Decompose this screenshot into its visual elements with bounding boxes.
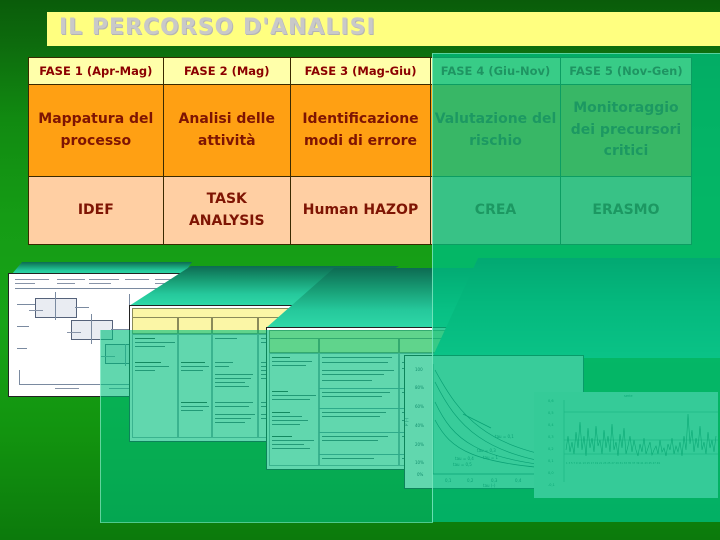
svg-text:80%: 80%: [415, 385, 424, 390]
header-fase-5: FASE 5 (Nov-Gen): [559, 57, 693, 85]
svg-text:tau = 0,3: tau = 0,3: [477, 448, 496, 453]
method-fase-1: IDEF: [28, 176, 164, 245]
method-fase-4: CREA: [430, 176, 561, 245]
thumbnail-erasmo-timeseries-chart: 0,6 0,5 0,4 0,3 0,2 0,1 0,0 -0,1 serie 1…: [534, 392, 720, 500]
svg-text:40%: 40%: [415, 423, 424, 428]
activity-fase-3: Identificazione modi di errore: [289, 84, 432, 177]
header-fase-3: FASE 3 (Mag-Giu): [289, 57, 432, 85]
svg-text:0,3: 0,3: [548, 435, 554, 439]
activity-fase-4: Valutazione del rischio: [430, 84, 561, 177]
header-fase-4: FASE 4 (Giu-Nov): [430, 57, 561, 85]
svg-text:P (-): P (-): [405, 417, 409, 426]
thumbnail-3d-top: [266, 268, 546, 328]
svg-text:0,6: 0,6: [548, 399, 554, 403]
svg-text:tau = 1: tau = 1: [483, 455, 498, 460]
thumbnail-page: 0,6 0,5 0,4 0,3 0,2 0,1 0,0 -0,1 serie 1…: [534, 392, 718, 498]
svg-text:tau = 0,5: tau = 0,5: [453, 462, 472, 467]
title-banner: IL PERCORSO D'ANALISI: [47, 12, 720, 46]
header-fase-2: FASE 2 (Mag): [162, 57, 291, 85]
activity-fase-1: Mappatura del processo: [28, 84, 164, 177]
svg-text:0,0: 0,0: [548, 471, 554, 475]
svg-text:1 3 5 7 9 11 13 15 17 19 21 23: 1 3 5 7 9 11 13 15 17 19 21 23 25 27 29 …: [566, 461, 660, 465]
table-header-row: FASE 1 (Apr-Mag) FASE 2 (Mag) FASE 3 (Ma…: [28, 57, 693, 85]
svg-text:100: 100: [415, 367, 423, 372]
svg-text:tau (-): tau (-): [483, 483, 496, 488]
svg-text:0%: 0%: [417, 472, 424, 477]
svg-text:0,1: 0,1: [445, 478, 452, 483]
method-fase-5: ERASMO: [559, 176, 693, 245]
svg-text:0,5: 0,5: [548, 411, 554, 415]
svg-text:0,2: 0,2: [548, 447, 554, 451]
svg-text:0,1: 0,1: [548, 459, 554, 463]
svg-text:20%: 20%: [415, 442, 424, 447]
svg-text:0,4: 0,4: [548, 423, 554, 427]
table-method-row: IDEF TASK ANALYSIS Human HAZOP CREA ERAS…: [28, 176, 693, 245]
header-fase-1: FASE 1 (Apr-Mag): [28, 57, 164, 85]
method-fase-3: Human HAZOP: [289, 176, 432, 245]
svg-text:60%: 60%: [415, 404, 424, 409]
phase-table: FASE 1 (Apr-Mag) FASE 2 (Mag) FASE 3 (Ma…: [28, 57, 693, 245]
page-title: IL PERCORSO D'ANALISI: [59, 15, 376, 40]
svg-text:tau = 0,4: tau = 0,4: [455, 456, 474, 461]
activity-fase-5: Monitoraggio dei precursori critici: [559, 84, 693, 177]
svg-text:tau = 0,1: tau = 0,1: [495, 434, 514, 439]
svg-text:0,4: 0,4: [515, 478, 522, 483]
method-fase-2: TASK ANALYSIS: [162, 176, 291, 245]
table-activity-row: Mappatura del processo Analisi delle att…: [28, 84, 693, 177]
svg-text:0,2: 0,2: [467, 478, 474, 483]
svg-text:serie: serie: [624, 394, 633, 398]
activity-fase-2: Analisi delle attività: [162, 84, 291, 177]
svg-text:-0,1: -0,1: [548, 483, 555, 487]
svg-text:10%: 10%: [415, 460, 424, 465]
